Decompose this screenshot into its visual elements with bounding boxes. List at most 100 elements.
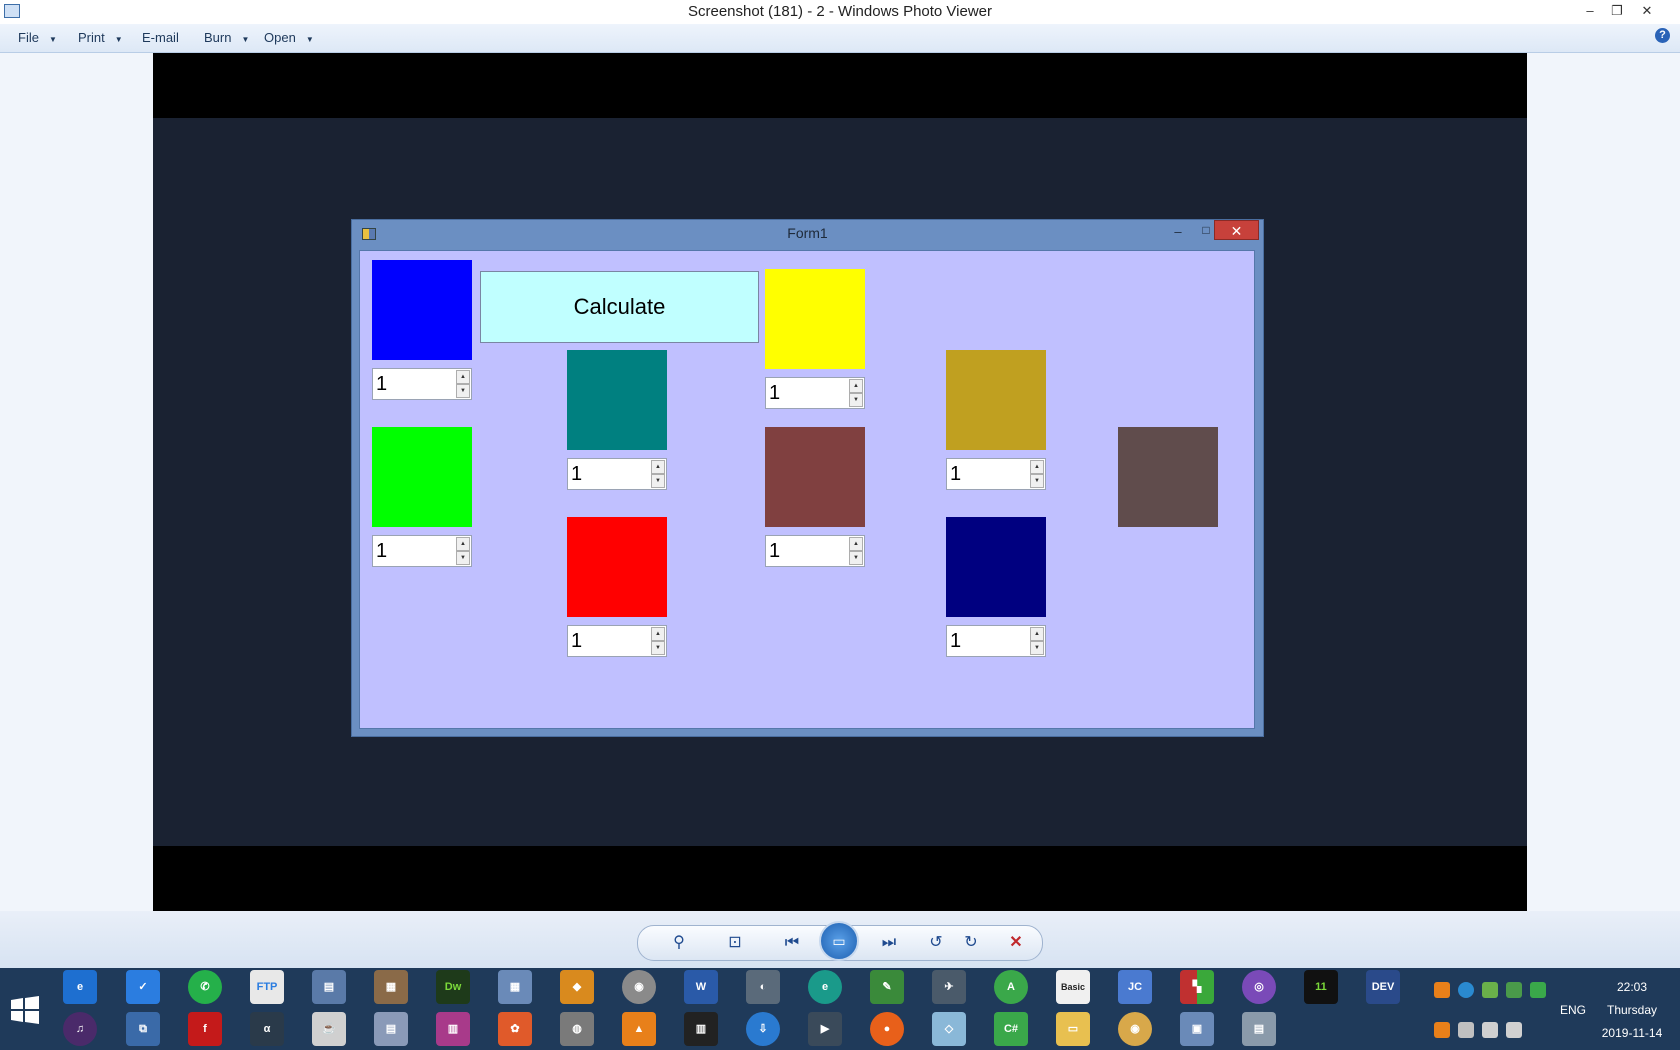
alert-tray-icon[interactable] bbox=[1434, 1022, 1450, 1038]
quantity-stepper-red[interactable]: 1 ▲ ▼ bbox=[567, 625, 667, 657]
spin-down-arrow-icon[interactable]: ▼ bbox=[849, 551, 863, 565]
clock-day[interactable]: Thursday bbox=[1600, 1003, 1664, 1017]
winrar-icon[interactable]: ▥ bbox=[436, 1012, 470, 1046]
paint-app-icon[interactable]: ✿ bbox=[498, 1012, 532, 1046]
java-icon[interactable]: ☕ bbox=[312, 1012, 346, 1046]
dvd-icon[interactable]: ◉ bbox=[622, 970, 656, 1004]
notes-app-icon[interactable]: ◇ bbox=[932, 1012, 966, 1046]
spin-down-arrow-icon[interactable]: ▼ bbox=[456, 384, 470, 398]
network-status-icon[interactable] bbox=[1482, 1022, 1498, 1038]
clock-time[interactable]: 22:03 bbox=[1607, 980, 1657, 994]
menu-file[interactable]: File ▼ bbox=[18, 30, 57, 46]
action-center-icon[interactable] bbox=[1458, 1022, 1474, 1038]
nvidia-icon[interactable] bbox=[1482, 982, 1498, 998]
app-icon[interactable]: ◐ bbox=[746, 970, 780, 1004]
paint-palette-icon[interactable]: ◉ bbox=[1118, 1012, 1152, 1046]
active-window-icon[interactable]: ▤ bbox=[1242, 1012, 1276, 1046]
jcreator-icon[interactable]: JC bbox=[1118, 970, 1152, 1004]
usb-tray-icon[interactable] bbox=[1530, 982, 1546, 998]
spin-down-arrow-icon[interactable]: ▼ bbox=[1030, 474, 1044, 488]
input-language[interactable]: ENG bbox=[1560, 1003, 1586, 1017]
form-close-button[interactable]: ✕ bbox=[1214, 220, 1259, 240]
android-studio-icon[interactable]: A bbox=[994, 970, 1028, 1004]
calculate-button[interactable]: Calculate bbox=[480, 271, 759, 343]
spin-down-arrow-icon[interactable]: ▼ bbox=[456, 551, 470, 565]
info-icon[interactable] bbox=[1458, 982, 1474, 998]
notepad-plus-icon[interactable]: ✎ bbox=[870, 970, 904, 1004]
help-icon[interactable]: ? bbox=[1655, 28, 1670, 43]
cuteftp-icon[interactable]: FTP bbox=[250, 970, 284, 1004]
zoom-icon[interactable]: ⚲ bbox=[668, 933, 690, 953]
quantity-stepper-teal[interactable]: 1 ▲ ▼ bbox=[567, 458, 667, 490]
media-player-icon[interactable]: ▶ bbox=[808, 1012, 842, 1046]
calculator-icon[interactable]: ▦ bbox=[498, 970, 532, 1004]
tasks-icon[interactable]: ✓ bbox=[126, 970, 160, 1004]
menu-email[interactable]: E-mail bbox=[142, 30, 179, 46]
quantity-stepper-yellow[interactable]: 1 ▲ ▼ bbox=[765, 377, 865, 409]
puzzle-app-icon[interactable]: ◆ bbox=[560, 970, 594, 1004]
chart-app-icon[interactable]: ▤ bbox=[374, 1012, 408, 1046]
actual-size-icon[interactable]: ⊡ bbox=[724, 933, 746, 953]
windows-start-icon[interactable] bbox=[10, 995, 40, 1025]
remote-desktop-icon[interactable]: ▤ bbox=[312, 970, 346, 1004]
previous-icon[interactable]: ⏮ bbox=[781, 933, 803, 953]
quantity-stepper-green[interactable]: 1 ▲ ▼ bbox=[372, 535, 472, 567]
basic-android-icon[interactable]: Basic bbox=[1056, 970, 1090, 1004]
spin-up-arrow-icon[interactable]: ▲ bbox=[849, 379, 863, 393]
restore-button[interactable]: ❐ bbox=[1607, 2, 1627, 20]
download-manager-icon[interactable]: ⇩ bbox=[746, 1012, 780, 1046]
music-app-icon[interactable]: ♫ bbox=[63, 1012, 97, 1046]
spin-up-arrow-icon[interactable]: ▲ bbox=[651, 627, 665, 641]
quantity-stepper-gold[interactable]: 1 ▲ ▼ bbox=[946, 458, 1046, 490]
whatsapp-icon[interactable]: ✆ bbox=[188, 970, 222, 1004]
quantity-stepper-maroon[interactable]: 1 ▲ ▼ bbox=[765, 535, 865, 567]
firefox-icon[interactable]: ● bbox=[870, 1012, 904, 1046]
dreamweaver-icon[interactable]: Dw bbox=[436, 970, 470, 1004]
spin-up-arrow-icon[interactable]: ▲ bbox=[1030, 627, 1044, 641]
spin-down-arrow-icon[interactable]: ▼ bbox=[849, 393, 863, 407]
edge-like-icon[interactable]: e bbox=[808, 970, 842, 1004]
spin-up-arrow-icon[interactable]: ▲ bbox=[456, 370, 470, 384]
delete-icon[interactable]: ✕ bbox=[1005, 933, 1027, 953]
film-app-icon[interactable]: ▦ bbox=[374, 970, 408, 1004]
menu-print[interactable]: Print ▼ bbox=[78, 30, 123, 46]
piano-app-icon[interactable]: ▥ bbox=[684, 1012, 718, 1046]
spin-down-arrow-icon[interactable]: ▼ bbox=[1030, 641, 1044, 655]
bird-app-icon[interactable]: ✈ bbox=[932, 970, 966, 1004]
alpha-app-icon[interactable]: α bbox=[250, 1012, 284, 1046]
spin-down-arrow-icon[interactable]: ▼ bbox=[651, 641, 665, 655]
spin-up-arrow-icon[interactable]: ▲ bbox=[456, 537, 470, 551]
tray-app-icon[interactable] bbox=[1434, 982, 1450, 998]
eclipse-icon[interactable]: ◎ bbox=[1242, 970, 1276, 1004]
photo-viewer-taskbar-icon[interactable]: ▣ bbox=[1180, 1012, 1214, 1046]
close-button[interactable]: ✕ bbox=[1637, 2, 1657, 20]
rotate-counterclockwise-icon[interactable]: ↺ bbox=[925, 933, 947, 953]
csharp-icon[interactable]: C# bbox=[994, 1012, 1028, 1046]
spin-down-arrow-icon[interactable]: ▼ bbox=[651, 474, 665, 488]
internet-explorer-icon[interactable]: e bbox=[63, 970, 97, 1004]
network-tray-icon[interactable] bbox=[1506, 982, 1522, 998]
menu-open[interactable]: Open ▼ bbox=[264, 30, 314, 46]
menu-burn[interactable]: Burn ▼ bbox=[204, 30, 249, 46]
flash-icon[interactable]: f bbox=[188, 1012, 222, 1046]
clock-date[interactable]: 2019-11-14 bbox=[1597, 1026, 1667, 1040]
dev-cpp-icon[interactable]: DEV bbox=[1366, 970, 1400, 1004]
tiles-app-icon[interactable]: ▚ bbox=[1180, 970, 1214, 1004]
next-icon[interactable]: ⏭ bbox=[878, 933, 900, 953]
vlc-icon[interactable]: ▲ bbox=[622, 1012, 656, 1046]
terminal-app-icon[interactable]: 11 bbox=[1304, 970, 1338, 1004]
quantity-stepper-blue[interactable]: 1 ▲ ▼ bbox=[372, 368, 472, 400]
network-app-icon[interactable]: ⧉ bbox=[126, 1012, 160, 1046]
spin-up-arrow-icon[interactable]: ▲ bbox=[1030, 460, 1044, 474]
file-explorer-icon[interactable]: ▭ bbox=[1056, 1012, 1090, 1046]
spin-up-arrow-icon[interactable]: ▲ bbox=[849, 537, 863, 551]
slideshow-icon[interactable]: ▭ bbox=[819, 921, 859, 961]
minimize-button[interactable]: – bbox=[1580, 2, 1600, 20]
form-minimize-button[interactable]: – bbox=[1167, 224, 1189, 240]
volume-icon[interactable] bbox=[1506, 1022, 1522, 1038]
word-icon[interactable]: W bbox=[684, 970, 718, 1004]
quantity-stepper-navy[interactable]: 1 ▲ ▼ bbox=[946, 625, 1046, 657]
rotate-clockwise-icon[interactable]: ↻ bbox=[960, 933, 982, 953]
disk-app-icon[interactable]: ◍ bbox=[560, 1012, 594, 1046]
spin-up-arrow-icon[interactable]: ▲ bbox=[651, 460, 665, 474]
